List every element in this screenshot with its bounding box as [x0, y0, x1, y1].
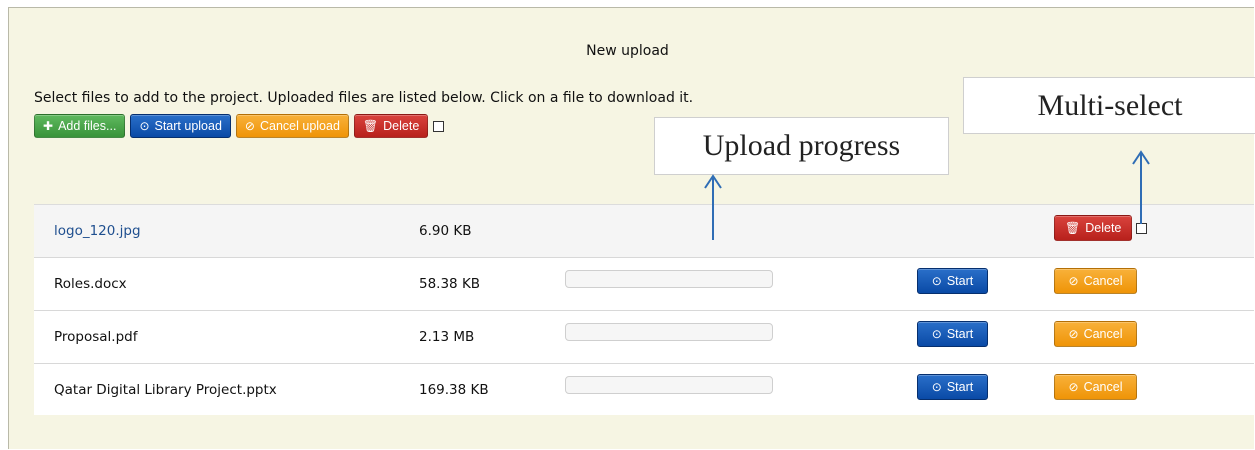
upload-progress-callout: Upload progress	[654, 117, 949, 175]
instructions-text: Select files to add to the project. Uplo…	[34, 90, 694, 106]
row-start-label: Start	[946, 327, 974, 341]
file-name-link[interactable]: logo_120.jpg	[54, 205, 141, 257]
add-files-button[interactable]: ✚ Add files...	[34, 114, 126, 138]
ban-icon: ⊘	[1068, 274, 1079, 288]
row-start-label: Start	[946, 274, 974, 288]
upload-circle-icon: ⊙	[139, 119, 150, 133]
table-row: Qatar Digital Library Project.pptx 169.3…	[34, 363, 1254, 416]
upload-progress-bar	[565, 376, 773, 394]
delete-button[interactable]: 🗑 Delete	[353, 114, 429, 138]
row-start-button[interactable]: ⊙ Start	[917, 321, 988, 347]
upload-progress-callout-text: Upload progress	[702, 129, 901, 162]
start-upload-button[interactable]: ⊙ Start upload	[130, 114, 231, 138]
row-delete-group: 🗑 Delete	[1054, 215, 1148, 241]
cancel-upload-button[interactable]: ⊘ Cancel upload	[235, 114, 349, 138]
upload-toolbar: ✚ Add files... ⊙ Start upload ⊘ Cancel u…	[34, 113, 445, 139]
row-cancel-label: Cancel	[1083, 380, 1123, 394]
file-name: Roles.docx	[54, 276, 127, 292]
row-cancel-button[interactable]: ⊘ Cancel	[1054, 321, 1137, 347]
multi-select-callout: Multi-select	[963, 77, 1255, 134]
row-cancel-button[interactable]: ⊘ Cancel	[1054, 374, 1137, 400]
delete-label: Delete	[383, 119, 420, 133]
row-cancel-button[interactable]: ⊘ Cancel	[1054, 268, 1137, 294]
trash-icon: 🗑	[1065, 221, 1081, 235]
ban-icon: ⊘	[1068, 380, 1079, 394]
ban-icon: ⊘	[244, 119, 255, 133]
select-all-checkbox[interactable]	[433, 120, 445, 132]
table-row: Proposal.pdf 2.13 MB ⊙ Start ⊘ Cancel	[34, 310, 1254, 363]
row-delete-label: Delete	[1085, 221, 1122, 235]
upload-progress-bar	[565, 323, 773, 341]
file-table: logo_120.jpg 6.90 KB 🗑 Delete Roles.docx…	[34, 204, 1254, 415]
add-files-label: Add files...	[58, 119, 117, 133]
upload-circle-icon: ⊙	[931, 274, 942, 288]
row-cancel-label: Cancel	[1083, 274, 1123, 288]
row-cancel-wrap: ⊘ Cancel	[1054, 321, 1137, 347]
table-row: Roles.docx 58.38 KB ⊙ Start ⊘ Cancel	[34, 257, 1254, 310]
file-size: 169.38 KB	[419, 382, 489, 398]
row-start-label: Start	[946, 380, 974, 394]
row-start-wrap: ⊙ Start	[917, 268, 988, 294]
row-start-button[interactable]: ⊙ Start	[917, 268, 988, 294]
file-size: 58.38 KB	[419, 276, 481, 292]
cancel-upload-label: Cancel upload	[259, 119, 340, 133]
row-start-wrap: ⊙ Start	[917, 374, 988, 400]
file-name: Qatar Digital Library Project.pptx	[54, 382, 277, 398]
table-row: logo_120.jpg 6.90 KB 🗑 Delete	[34, 204, 1254, 257]
trash-icon: 🗑	[362, 119, 379, 133]
row-delete-button[interactable]: 🗑 Delete	[1054, 215, 1133, 241]
row-select-checkbox[interactable]	[1136, 222, 1148, 234]
row-start-wrap: ⊙ Start	[917, 321, 988, 347]
file-name: Proposal.pdf	[54, 329, 138, 345]
multi-select-callout-text: Multi-select	[1037, 88, 1183, 122]
upload-circle-icon: ⊙	[931, 380, 942, 394]
ban-icon: ⊘	[1068, 327, 1079, 341]
file-size: 6.90 KB	[419, 223, 472, 239]
row-cancel-wrap: ⊘ Cancel	[1054, 268, 1137, 294]
plus-icon: ✚	[43, 119, 54, 133]
row-start-button[interactable]: ⊙ Start	[917, 374, 988, 400]
row-cancel-label: Cancel	[1083, 327, 1123, 341]
row-cancel-wrap: ⊘ Cancel	[1054, 374, 1137, 400]
page-title: New upload	[586, 43, 669, 59]
file-size: 2.13 MB	[419, 329, 475, 345]
upload-circle-icon: ⊙	[931, 327, 942, 341]
start-upload-label: Start upload	[154, 119, 222, 133]
upload-progress-bar	[565, 270, 773, 288]
